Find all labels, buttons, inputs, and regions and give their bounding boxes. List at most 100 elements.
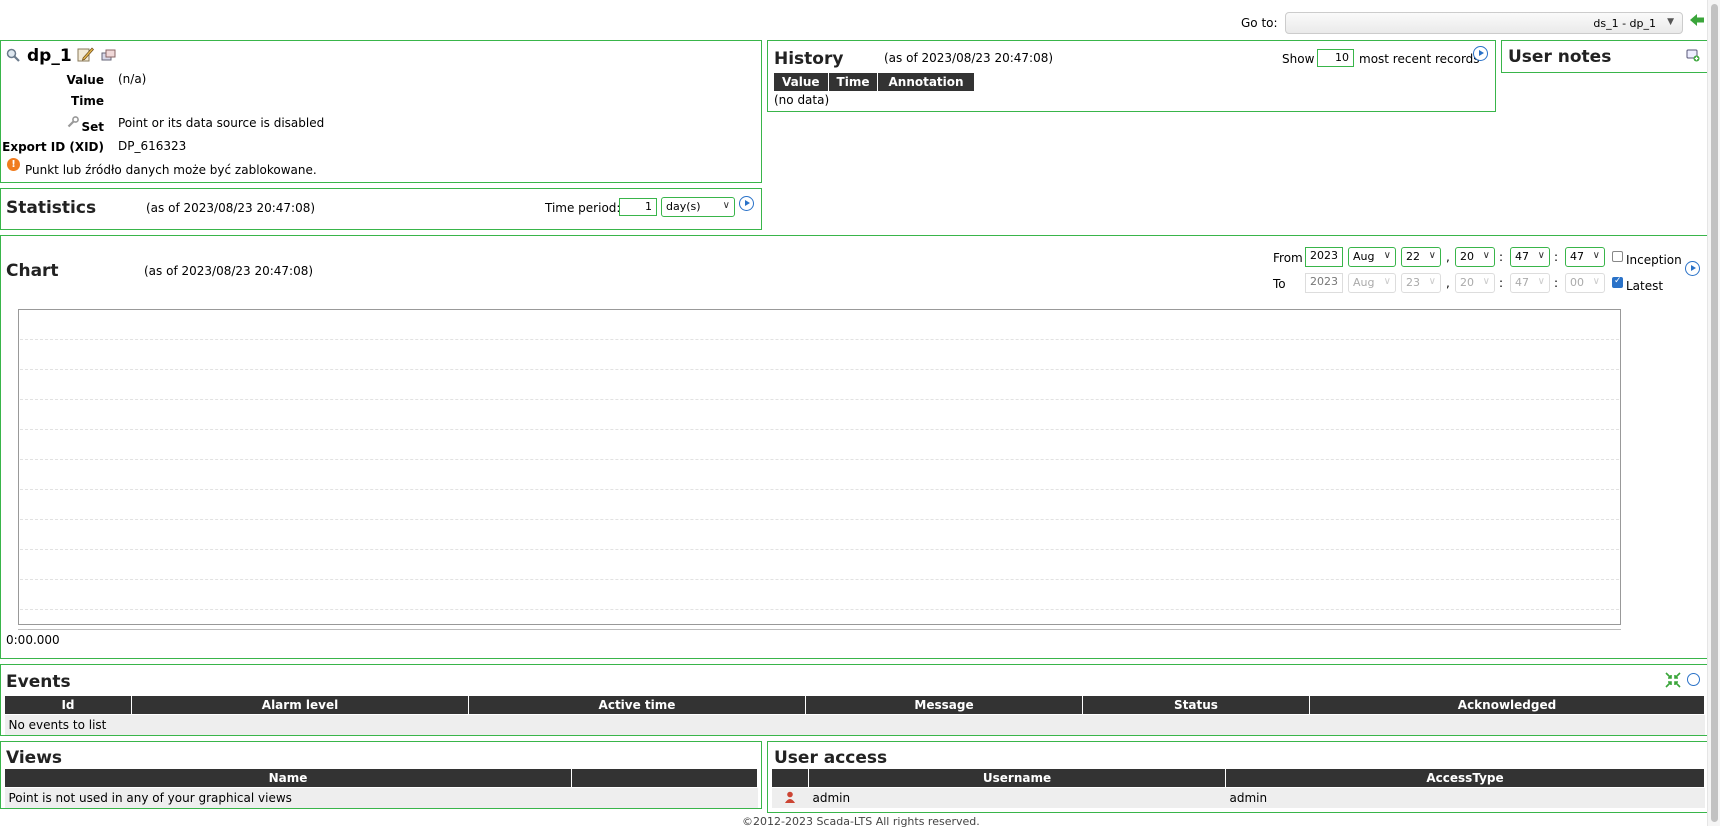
user-access-panel: User access Username AccessType admin ad… [767,741,1708,813]
events-col-active-time: Active time [468,695,806,715]
events-col-status: Status [1082,695,1310,715]
from-minute-select[interactable]: 47 [1510,247,1550,267]
time-period-input[interactable]: 1 [619,198,657,216]
magnifier-icon [6,48,20,62]
history-panel: History (as of 2023/08/23 20:47:08) Show… [767,40,1496,112]
to-day-select[interactable]: 23 [1401,273,1441,293]
set-value: Point or its data source is disabled [118,116,325,130]
acknowledge-all-icon[interactable] [1687,673,1700,686]
views-col-actions [571,768,758,788]
history-refresh-icon[interactable] [1473,46,1488,61]
inception-checkbox[interactable] [1612,251,1623,262]
user-access-col-icon [771,768,809,788]
chart-gridline [20,609,1619,610]
chart-gridline [20,339,1619,340]
to-second-select[interactable]: 00 [1565,273,1605,293]
views-empty: Point is not used in any of your graphic… [4,787,758,808]
chart-x-axis [18,629,1621,630]
events-table: Id Alarm level Active time Message Statu… [4,695,1705,735]
from-month-select[interactable]: Aug [1348,247,1396,267]
xid-value: DP_616323 [118,139,187,153]
history-table: Value Time Annotation [773,72,975,92]
chart-refresh-icon[interactable] [1685,261,1700,276]
warning-icon: ! [7,158,20,171]
user-access-username: admin [808,787,1226,808]
to-hour-select[interactable]: 20 [1455,273,1495,293]
statistics-refresh-icon[interactable] [739,196,754,211]
collapse-icon[interactable] [1665,672,1681,688]
from-minute-second-sep: : [1554,250,1559,264]
to-date-time-sep: , [1446,276,1450,290]
time-label: Time [71,94,104,108]
chart-plot-area [18,309,1621,625]
wrench-icon [67,116,79,128]
from-hour-select[interactable]: 20 [1455,247,1495,267]
statistics-title: Statistics [6,198,97,218]
back-arrow-icon[interactable] [1689,12,1705,28]
inception-label: Inception [1626,253,1682,267]
events-empty: No events to list [4,714,1705,735]
from-second-select[interactable]: 47 [1565,247,1605,267]
goto-select[interactable]: ds_1 - dp_1 ▼ [1285,12,1683,34]
statistics-as-of: (as of 2023/08/23 20:47:08) [146,201,316,215]
value-label: Value [66,73,104,87]
views-panel: Views Name Point is not used in any of y… [0,741,762,809]
from-date-time-sep: , [1446,250,1450,264]
to-minute-select[interactable]: 47 [1510,273,1550,293]
history-empty: (no data) [774,93,830,107]
point-details-panel: dp_1 Value (n/a) Time Set Point or its d… [0,40,762,183]
events-col-id: Id [4,695,132,715]
user-notes-panel: User notes [1501,40,1708,73]
views-title: Views [6,748,63,768]
edit-point-icon[interactable] [77,46,94,62]
user-icon-cell [771,787,809,808]
chart-gridline [20,519,1619,520]
table-row: admin admin [771,787,1705,808]
user-access-col-access-type: AccessType [1225,768,1705,788]
from-year-input[interactable]: 2023 [1305,247,1343,267]
history-col-value: Value [773,72,829,92]
chart-title: Chart [6,261,59,281]
goto-selected: ds_1 - dp_1 [1593,17,1656,30]
chart-gridline [20,399,1619,400]
chart-gridline [20,579,1619,580]
user-access-col-username: Username [808,768,1226,788]
add-note-icon[interactable] [1686,48,1700,62]
user-icon [784,791,796,803]
from-day-select[interactable]: 22 [1401,247,1441,267]
xid-label: Export ID (XID) [2,140,104,154]
page-scrollbar[interactable] [1707,0,1720,826]
show-label: Show [1282,52,1315,66]
views-table: Name Point is not used in any of your gr… [4,768,758,808]
user-access-title: User access [774,748,888,768]
events-col-acknowledged: Acknowledged [1309,695,1705,715]
to-hour-minute-sep: : [1499,276,1504,290]
scrollbar-thumb[interactable] [1711,4,1718,822]
chart-gridline [20,489,1619,490]
from-label: From [1273,251,1303,265]
history-count-input[interactable]: 10 [1317,49,1354,67]
set-label: Set [81,120,104,134]
views-col-name: Name [4,768,572,788]
user-access-table: Username AccessType admin admin [771,768,1705,808]
time-period-unit-select[interactable]: day(s) [661,197,735,217]
chart-gridline [20,549,1619,550]
latest-checkbox[interactable] [1612,276,1623,288]
history-col-annotation: Annotation [877,72,975,92]
to-year-input[interactable]: 2023 [1305,273,1343,293]
chart-as-of: (as of 2023/08/23 20:47:08) [144,264,314,278]
user-access-type: admin [1225,787,1705,808]
data-source-icon[interactable] [101,48,116,62]
to-label: To [1273,277,1286,291]
events-col-message: Message [805,695,1083,715]
value-text: (n/a) [118,72,147,86]
events-title: Events [6,672,71,692]
time-period-label: Time period: [545,201,621,215]
to-month-select[interactable]: Aug [1348,273,1396,293]
chart-x-tick: 0:00.000 [6,633,60,647]
history-title: History [774,49,844,69]
most-recent-label: most recent records [1359,52,1480,66]
dropdown-arrow-icon: ▼ [1667,17,1674,27]
warning-text: Punkt lub źródło danych może być zabloko… [25,163,317,177]
latest-label: Latest [1626,279,1664,293]
